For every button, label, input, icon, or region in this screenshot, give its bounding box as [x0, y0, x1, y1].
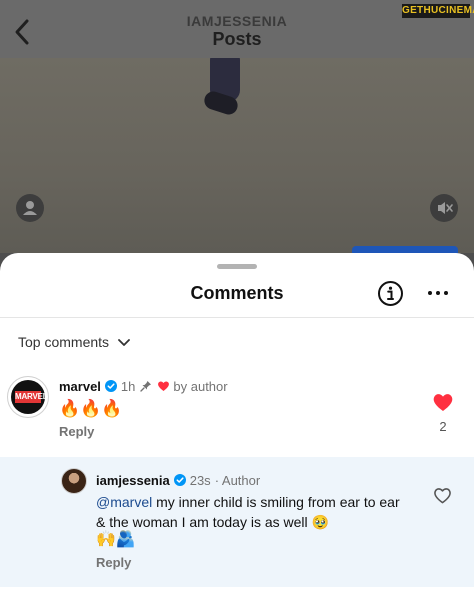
- heart-outline-icon[interactable]: [433, 487, 452, 504]
- liked-by-author-label: by author: [173, 378, 228, 394]
- sort-dropdown[interactable]: Top comments: [18, 332, 131, 352]
- comment-header: marvel 1h by author: [59, 377, 228, 395]
- pin-icon: [140, 381, 152, 392]
- speaker-muted-icon: [438, 202, 453, 214]
- author-tag: · Author: [214, 472, 261, 488]
- post-image: [0, 58, 474, 253]
- reply-text: @marvel my inner child is smiling from e…: [96, 492, 412, 532]
- reply-header: iamjessenia 23s · Author: [96, 472, 260, 488]
- verified-badge-icon: [173, 474, 186, 486]
- comments-sheet: Comments Top comments MARVEL marvel 1h b…: [0, 253, 474, 592]
- reply-button[interactable]: Reply: [59, 424, 94, 439]
- marvel-avatar: MARVEL: [11, 380, 45, 414]
- like-count: 2: [439, 419, 447, 434]
- ellipsis-icon[interactable]: [426, 283, 450, 303]
- heart-filled-icon[interactable]: [432, 392, 454, 412]
- person-icon: [23, 201, 37, 215]
- reply-username[interactable]: iamjessenia: [96, 473, 170, 488]
- reply-button[interactable]: Reply: [96, 555, 131, 570]
- reply-time: 23s: [189, 472, 211, 488]
- comment-text: 🔥🔥🔥: [59, 399, 123, 419]
- reply-emoji-line: 🙌🫂: [96, 529, 136, 548]
- avatar[interactable]: MARVEL: [7, 376, 49, 418]
- watermark-logo: GETHUCINEMA: [402, 4, 474, 18]
- tagged-user-button[interactable]: [16, 194, 44, 222]
- chevron-down-icon: [118, 339, 130, 346]
- info-icon[interactable]: [377, 280, 404, 307]
- mute-button[interactable]: [430, 194, 458, 222]
- sort-label: Top comments: [18, 334, 110, 350]
- divider: [0, 317, 474, 318]
- page-title: Posts: [212, 29, 262, 49]
- comment-time: 1h: [120, 378, 136, 394]
- verified-badge-icon: [104, 380, 117, 392]
- mention-link[interactable]: @marvel: [96, 494, 152, 510]
- author-heart-icon: [158, 381, 170, 391]
- marvel-logo: MARVEL: [15, 391, 45, 403]
- comment-username[interactable]: marvel: [59, 379, 101, 394]
- sheet-grabber[interactable]: [217, 264, 257, 269]
- avatar[interactable]: [61, 468, 87, 494]
